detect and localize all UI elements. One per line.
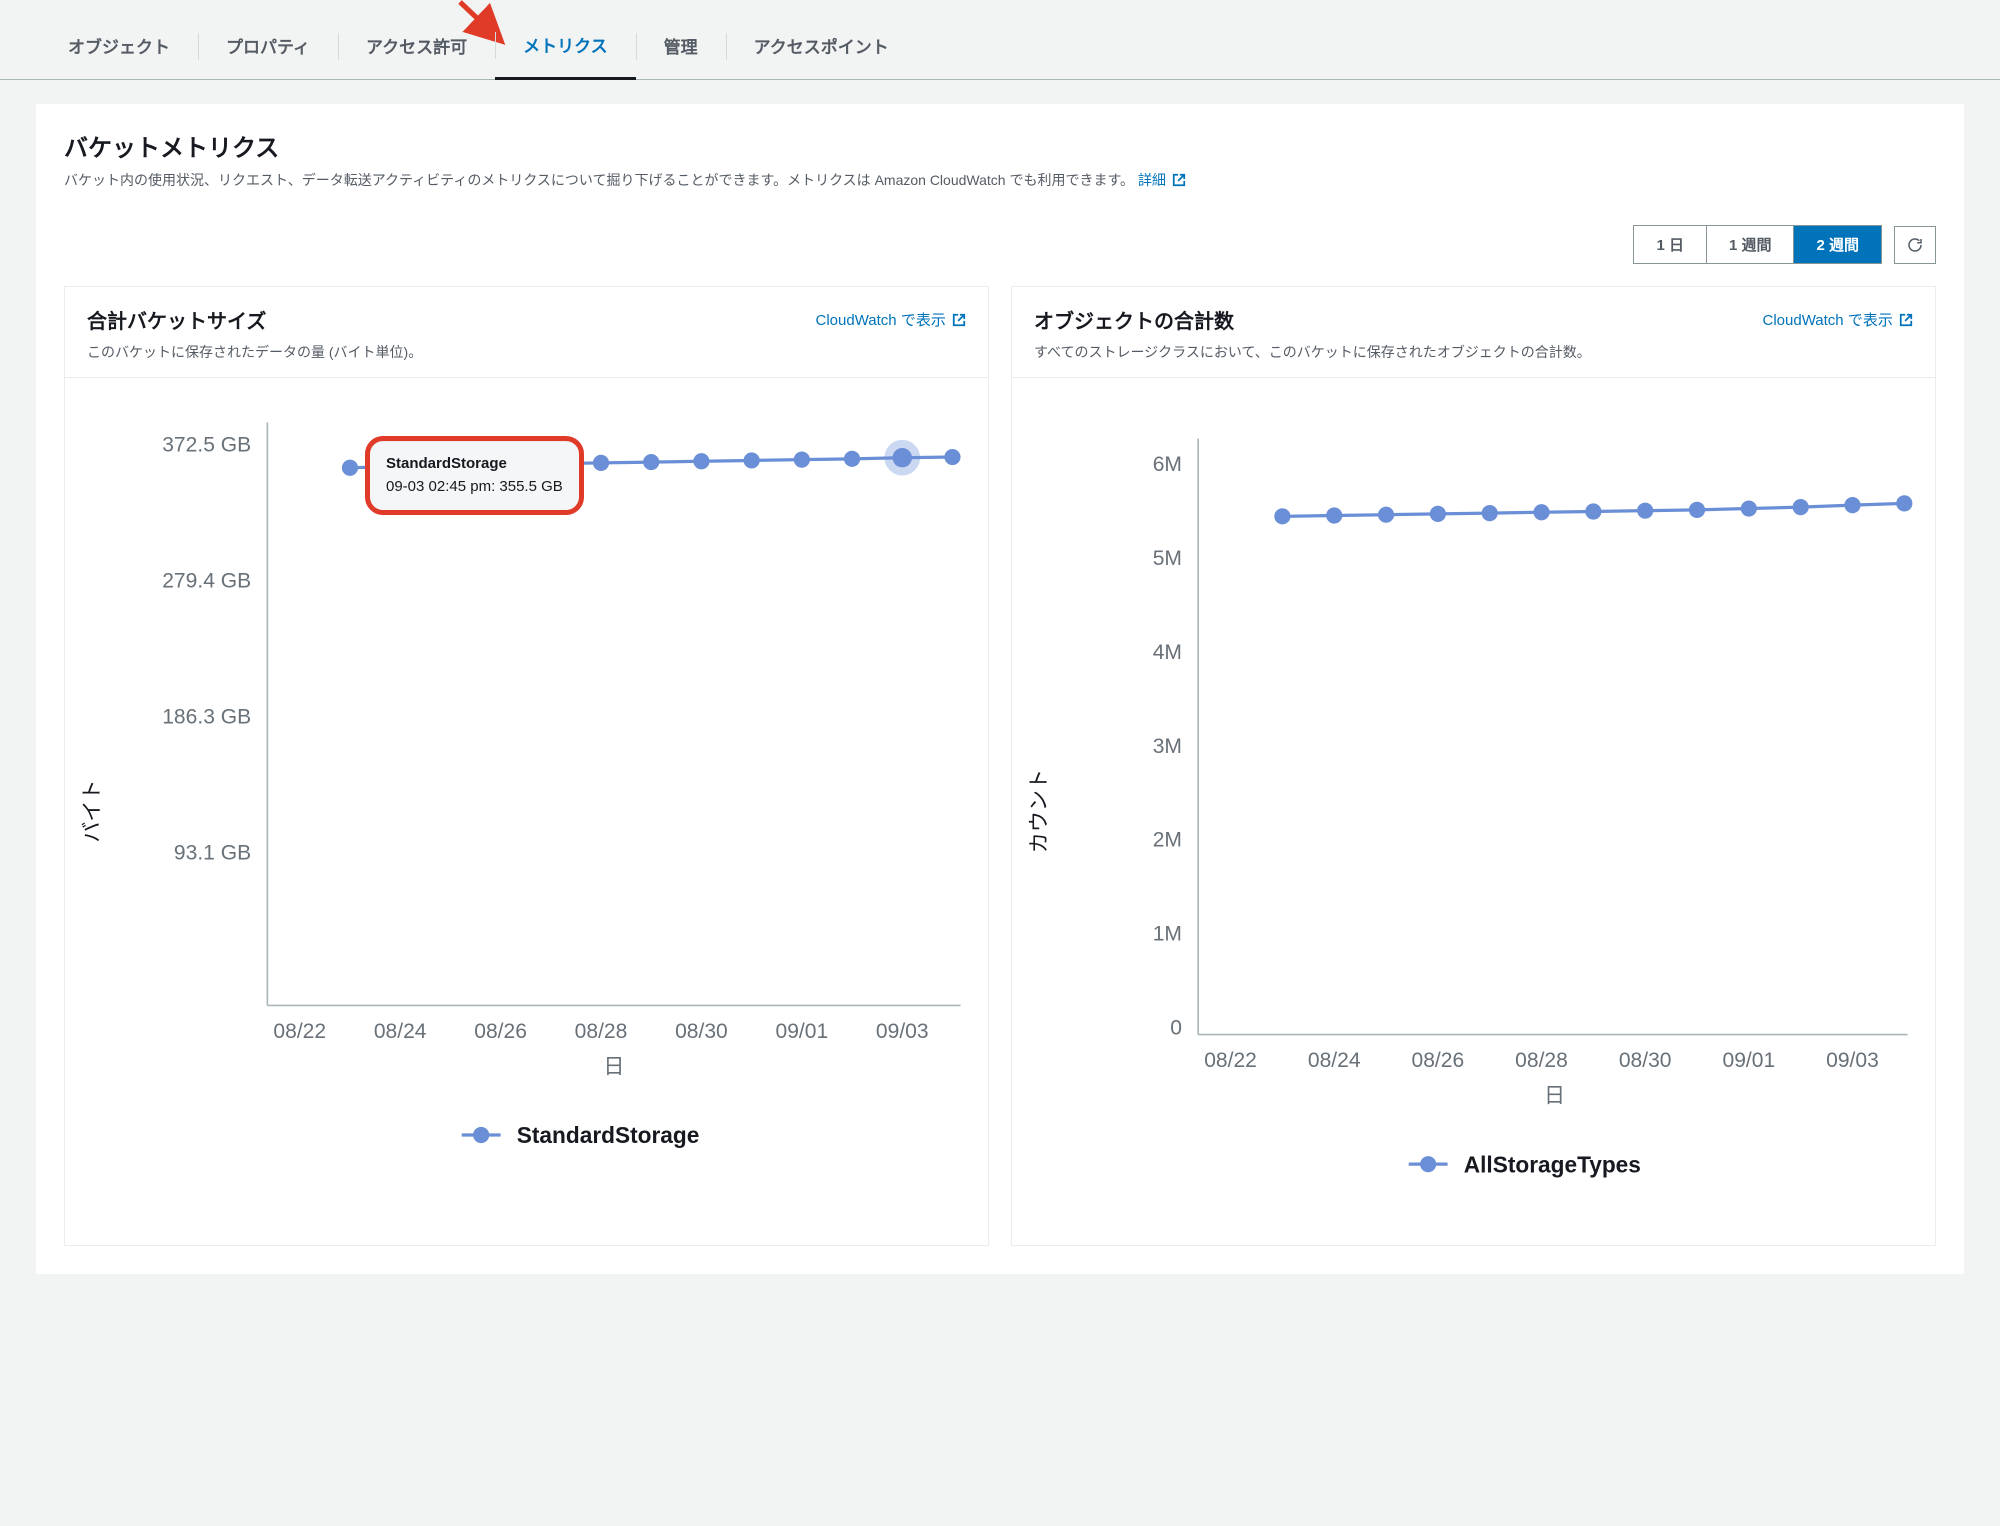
time-range-segmented: 1 日 1 週間 2 週間 bbox=[1633, 225, 1882, 264]
svg-text:09/03: 09/03 bbox=[1826, 1049, 1879, 1072]
svg-text:日: 日 bbox=[603, 1056, 624, 1079]
svg-text:カウント: カウント bbox=[1028, 769, 1051, 853]
tab-bar: オブジェクト プロパティ アクセス許可 メトリクス 管理 アクセスポイント bbox=[0, 14, 2000, 80]
range-1-day[interactable]: 1 日 bbox=[1634, 226, 1707, 263]
cloudwatch-link[interactable]: CloudWatch で表示 bbox=[816, 309, 967, 331]
card-bucket-size: 合計バケットサイズ CloudWatch で表示 このバケットに保存されたデータ… bbox=[64, 286, 989, 1245]
chart-tooltip: StandardStorage 09-03 02:45 pm: 355.5 GB bbox=[365, 436, 584, 515]
tooltip-value: 09-03 02:45 pm: 355.5 GB bbox=[386, 476, 563, 499]
svg-text:バイト: バイト bbox=[81, 780, 104, 843]
external-link-icon bbox=[952, 313, 966, 331]
tab-permissions[interactable]: アクセス許可 bbox=[338, 15, 495, 78]
svg-text:09/01: 09/01 bbox=[775, 1020, 828, 1043]
svg-text:4M: 4M bbox=[1153, 641, 1182, 664]
card-subtitle: このバケットに保存されたデータの量 (バイト単位)。 bbox=[87, 342, 966, 363]
refresh-button[interactable] bbox=[1894, 226, 1936, 264]
svg-text:279.4 GB: 279.4 GB bbox=[162, 570, 251, 593]
svg-text:3M: 3M bbox=[1153, 735, 1182, 758]
svg-text:93.1 GB: 93.1 GB bbox=[174, 842, 251, 865]
svg-text:08/24: 08/24 bbox=[1308, 1049, 1361, 1072]
card-subtitle: すべてのストレージクラスにおいて、このバケットに保存されたオブジェクトの合計数。 bbox=[1034, 342, 1913, 363]
svg-text:08/28: 08/28 bbox=[1515, 1049, 1568, 1072]
tab-access-points[interactable]: アクセスポイント bbox=[726, 15, 917, 78]
svg-text:08/22: 08/22 bbox=[273, 1020, 326, 1043]
svg-text:StandardStorage: StandardStorage bbox=[517, 1123, 700, 1149]
tab-objects[interactable]: オブジェクト bbox=[40, 15, 198, 78]
cloudwatch-link[interactable]: CloudWatch で表示 bbox=[1763, 309, 1914, 331]
chart-bucket-size: バイト 372.5 GB 279.4 GB 186.3 GB 93.1 GB 0… bbox=[73, 390, 980, 1232]
svg-text:08/28: 08/28 bbox=[575, 1020, 628, 1043]
svg-text:372.5 GB: 372.5 GB bbox=[162, 434, 251, 457]
svg-text:09/03: 09/03 bbox=[876, 1020, 929, 1043]
tab-management[interactable]: 管理 bbox=[636, 15, 726, 78]
svg-text:08/22: 08/22 bbox=[1204, 1049, 1257, 1072]
tab-metrics[interactable]: メトリクス bbox=[495, 14, 636, 80]
svg-text:1M: 1M bbox=[1153, 923, 1182, 946]
svg-text:08/26: 08/26 bbox=[1412, 1049, 1465, 1072]
time-range-controls: 1 日 1 週間 2 週間 bbox=[36, 209, 1964, 280]
svg-text:08/24: 08/24 bbox=[374, 1020, 427, 1043]
range-2-weeks[interactable]: 2 週間 bbox=[1794, 226, 1881, 263]
svg-text:2M: 2M bbox=[1153, 829, 1182, 852]
page-description: バケット内の使用状況、リクエスト、データ転送アクティビティのメトリクスについて掘… bbox=[64, 172, 1134, 188]
chart-object-count: カウント 6M 5M 4M 3M 2M 1M 0 08/22 08/24 bbox=[1020, 390, 1927, 1232]
svg-text:5M: 5M bbox=[1153, 547, 1182, 570]
refresh-icon bbox=[1906, 236, 1924, 254]
card-title: オブジェクトの合計数 bbox=[1034, 305, 1234, 334]
svg-text:6M: 6M bbox=[1153, 453, 1182, 476]
svg-text:日: 日 bbox=[1544, 1085, 1565, 1108]
tab-properties[interactable]: プロパティ bbox=[198, 15, 338, 78]
page-header: バケットメトリクス バケット内の使用状況、リクエスト、データ転送アクティビティの… bbox=[36, 104, 1964, 209]
external-link-icon bbox=[1899, 313, 1913, 331]
learn-more-link[interactable]: 詳細 bbox=[1138, 172, 1186, 188]
page-title: バケットメトリクス bbox=[64, 128, 1936, 163]
range-1-week[interactable]: 1 週間 bbox=[1707, 226, 1795, 263]
card-title: 合計バケットサイズ bbox=[87, 305, 266, 334]
tooltip-series-name: StandardStorage bbox=[386, 453, 563, 476]
svg-text:08/30: 08/30 bbox=[1619, 1049, 1672, 1072]
svg-text:AllStorageTypes: AllStorageTypes bbox=[1464, 1152, 1641, 1178]
card-object-count: オブジェクトの合計数 CloudWatch で表示 すべてのストレージクラスにお… bbox=[1011, 286, 1936, 1245]
svg-text:08/26: 08/26 bbox=[474, 1020, 527, 1043]
svg-text:0: 0 bbox=[1170, 1017, 1182, 1040]
svg-text:09/01: 09/01 bbox=[1722, 1049, 1775, 1072]
external-link-icon bbox=[1172, 171, 1186, 193]
svg-text:08/30: 08/30 bbox=[675, 1020, 728, 1043]
svg-text:186.3 GB: 186.3 GB bbox=[162, 706, 251, 729]
